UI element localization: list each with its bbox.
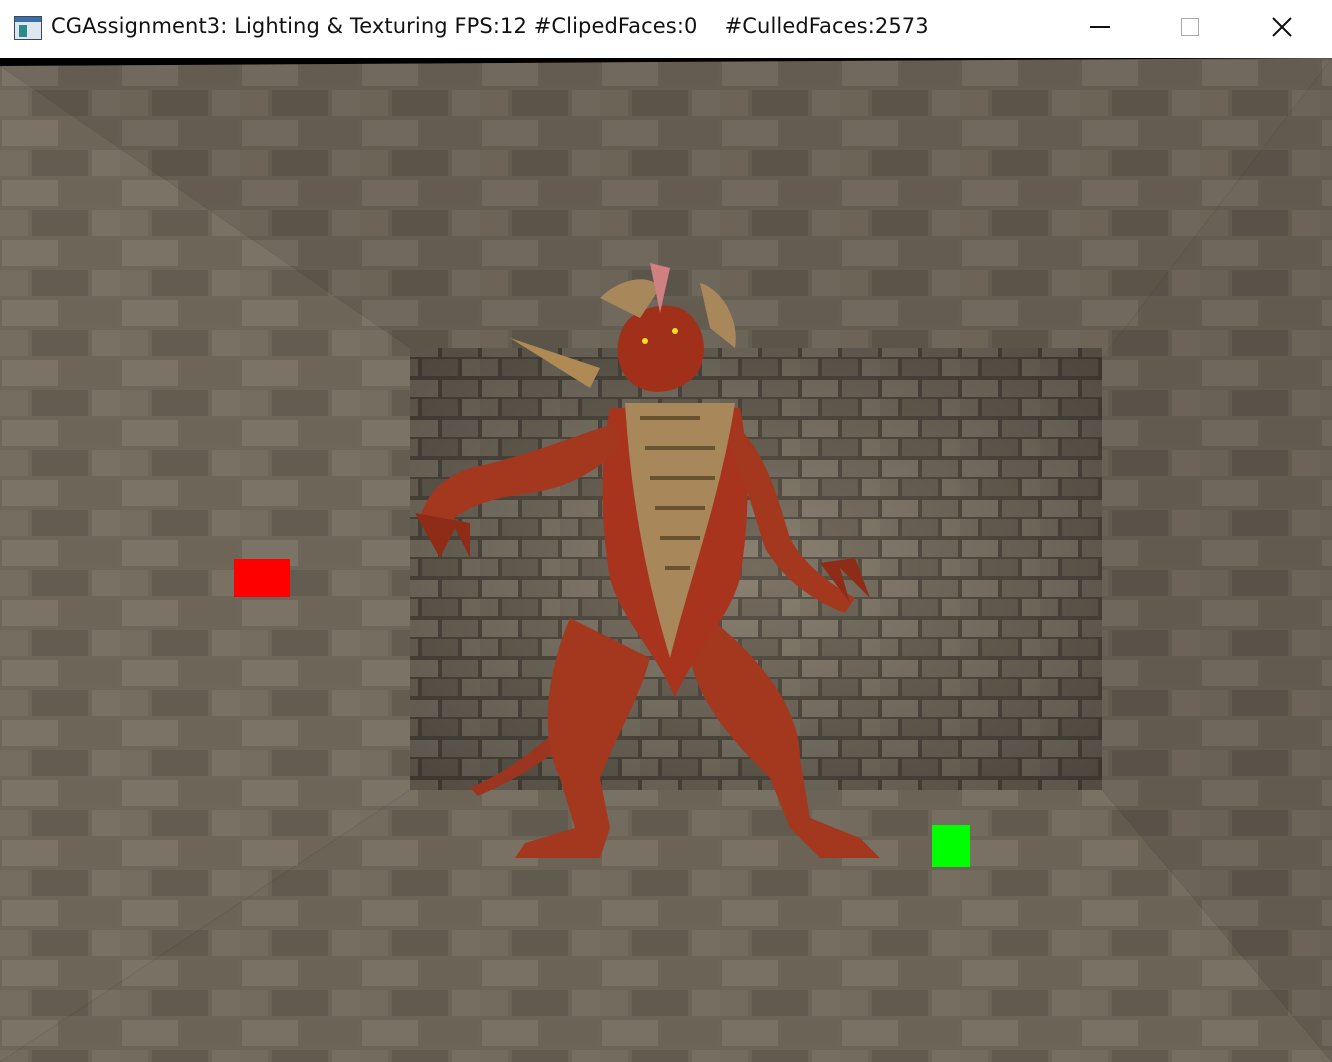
title-bar[interactable]: CGAssignment3: Lighting & Texturing FPS:… <box>0 0 1332 58</box>
app-window: CGAssignment3: Lighting & Texturing FPS:… <box>0 0 1332 1062</box>
maximize-button[interactable] <box>1144 0 1236 54</box>
close-button[interactable] <box>1236 0 1328 54</box>
minimize-button[interactable] <box>1054 0 1146 54</box>
scene-canvas <box>0 58 1332 1062</box>
close-icon <box>1272 17 1292 37</box>
minimize-icon <box>1090 26 1110 28</box>
window-title: CGAssignment3: Lighting & Texturing FPS:… <box>51 14 929 38</box>
green-light-marker <box>932 825 970 867</box>
app-window-icon <box>14 16 42 40</box>
render-viewport[interactable] <box>0 58 1332 1062</box>
red-light-marker <box>234 559 290 597</box>
maximize-icon <box>1181 18 1199 36</box>
